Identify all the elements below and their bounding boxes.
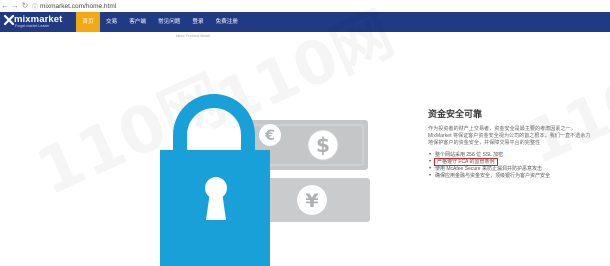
logo-subtitle: Forget market Leader <box>15 24 50 28</box>
section-description: 作为投资者的财产上交易者，资金安全是最主要的考虑因素之一。MixMarket 将… <box>428 126 591 146</box>
padlock-icon <box>160 94 270 266</box>
address-bar[interactable]: mixmarket.com/home.html <box>40 3 116 10</box>
security-section: 资金安全可靠 作为投资者的财产上交易者，资金安全是最主要的考虑因素之一。MixM… <box>428 108 608 180</box>
nav-register[interactable]: 免费注册 <box>210 12 244 32</box>
header-subline: Mixo Technol Bisbil <box>176 33 210 38</box>
list-item-highlighted: • 严格遵守 FCA 的监管条例 <box>429 158 498 166</box>
section-title: 资金安全可靠 <box>428 109 483 119</box>
back-icon[interactable]: ← <box>0 0 10 12</box>
nav-client[interactable]: 客户端 <box>123 12 152 32</box>
nav-home[interactable]: 首页 <box>76 12 100 32</box>
nav-trade[interactable]: 交易 <box>100 12 123 32</box>
list-item: • 整个网站采用 256 位 SSL 加密 <box>429 152 504 158</box>
forward-icon[interactable]: → <box>10 0 20 12</box>
security-icon[interactable]: ⓘ <box>30 2 40 11</box>
nav-login[interactable]: 登录 <box>186 12 209 32</box>
list-item: • 确保应用金融与资金安全，顶级银行为客户资产安全 <box>429 173 551 179</box>
svg-text:€: € <box>264 128 275 144</box>
site-logo[interactable]: mixmarket Forget market Leader <box>4 14 68 30</box>
svg-text:$: $ <box>316 133 330 157</box>
svg-text:¥: ¥ <box>305 190 318 212</box>
logo-mark-icon <box>4 15 14 25</box>
nav-faq[interactable]: 常见问题 <box>152 12 186 32</box>
security-illustration: $ € ¥ <box>160 94 370 266</box>
site-header: mixmarket Forget market Leader 首页 交易 客户端… <box>0 12 610 32</box>
feature-list: • 整个网站采用 256 位 SSL 加密 • 严格遵守 FCA 的监管条例 • 使用… <box>428 152 608 180</box>
reload-icon[interactable]: ↻ <box>20 0 30 12</box>
list-item: • 使用 McAfee Secure 来防止漏洞并防护恶意攻击 <box>429 166 542 172</box>
main-nav: 首页 交易 客户端 常见问题 登录 免费注册 <box>76 12 244 32</box>
